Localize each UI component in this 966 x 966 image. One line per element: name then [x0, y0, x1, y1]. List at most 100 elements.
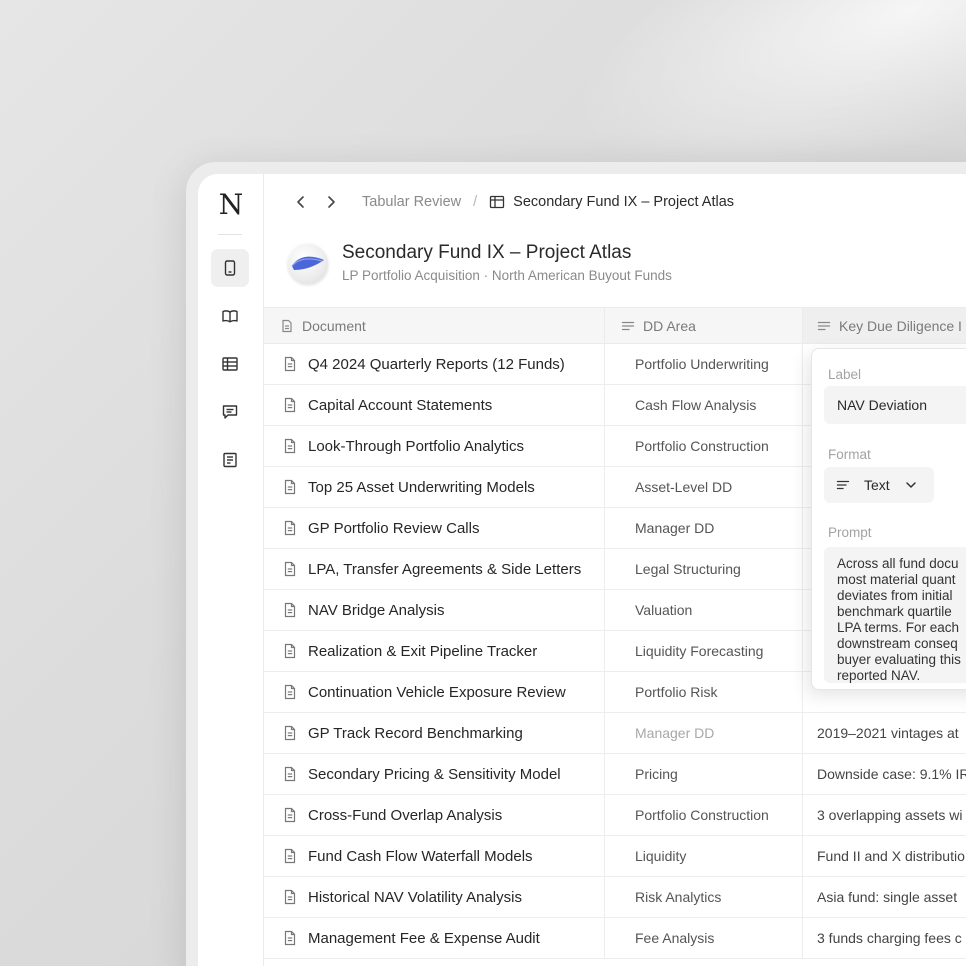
breadcrumb-parent-link[interactable]: Tabular Review: [362, 194, 461, 210]
rail-item-notes[interactable]: [211, 441, 249, 479]
prompt-textarea[interactable]: Across all fund docu most material quant d…: [824, 547, 966, 683]
table-row[interactable]: Historical NAV Volatility Analysis Risk A…: [264, 877, 966, 918]
document-cell[interactable]: Capital Account Statements: [264, 385, 605, 425]
rail-item-library[interactable]: [211, 297, 249, 335]
dd-area-cell[interactable]: Pricing: [605, 754, 803, 794]
column-header-label: Key Due Diligence I: [839, 317, 962, 334]
document-cell[interactable]: Top 25 Asset Underwriting Models: [264, 467, 605, 507]
file-icon: [284, 479, 296, 495]
document-icon: [224, 260, 236, 276]
label-input[interactable]: NAV Deviation: [824, 386, 966, 424]
prompt-heading: Prompt: [828, 525, 872, 540]
column-header-label: DD Area: [643, 317, 696, 334]
dd-area-cell[interactable]: Liquidity Forecasting: [605, 631, 803, 671]
document-cell[interactable]: Realization & Exit Pipeline Tracker: [264, 631, 605, 671]
document-name: Historical NAV Volatility Analysis: [308, 888, 522, 906]
finding-cell[interactable]: 2019–2021 vintages at: [803, 713, 966, 753]
prompt-line: benchmark quartile: [837, 604, 952, 619]
dd-area-cell[interactable]: Cash Flow Analysis: [605, 385, 803, 425]
document-cell[interactable]: Cross-Fund Overlap Analysis: [264, 795, 605, 835]
document-cell[interactable]: Look-Through Portfolio Analytics: [264, 426, 605, 466]
table-row[interactable]: GP Track Record Benchmarking Manager DD 20…: [264, 713, 966, 754]
rail-item-assistant[interactable]: [211, 393, 249, 431]
dd-area-value: Legal Structuring: [635, 561, 741, 577]
dd-area-value: Liquidity Forecasting: [635, 643, 764, 659]
document-cell[interactable]: Q4 2024 Quarterly Reports (12 Funds): [264, 344, 605, 384]
file-icon: [282, 319, 292, 332]
document-name: Q4 2024 Quarterly Reports (12 Funds): [308, 355, 565, 373]
dd-area-cell[interactable]: Fee Analysis: [605, 918, 803, 958]
prompt-line: buyer evaluating this: [837, 652, 961, 667]
file-icon: [284, 807, 296, 823]
dd-area-cell[interactable]: Asset-Level DD: [605, 467, 803, 507]
chevron-down-icon: [905, 482, 916, 488]
dd-area-value: Risk Analytics: [635, 889, 722, 905]
dd-area-cell[interactable]: Portfolio Underwriting: [605, 344, 803, 384]
table-row[interactable]: Cross-Fund Overlap Analysis Portfolio Con…: [264, 795, 966, 836]
table-row[interactable]: Secondary Pricing & Sensitivity Model Pri…: [264, 754, 966, 795]
table-header: Document DD Area Key Due Diligence I: [264, 307, 966, 344]
left-rail: N: [198, 174, 264, 966]
forward-arrow-icon[interactable]: [322, 193, 340, 211]
dd-area-cell[interactable]: Manager DD: [605, 508, 803, 548]
document-cell[interactable]: Historical NAV Volatility Analysis: [264, 877, 605, 917]
text-lines-icon: [817, 321, 831, 330]
text-format-icon: [836, 480, 850, 490]
finding-value: Downside case: 9.1% IR: [817, 766, 966, 782]
document-name: Continuation Vehicle Exposure Review: [308, 683, 566, 701]
page-title: Secondary Fund IX – Project Atlas: [342, 242, 632, 263]
table-row[interactable]: Fund Cash Flow Waterfall Models Liquidity…: [264, 836, 966, 877]
document-cell[interactable]: Management Fee & Expense Audit: [264, 918, 605, 958]
dd-area-value: Asset-Level DD: [635, 479, 733, 495]
column-header-document[interactable]: Document: [264, 308, 605, 343]
finding-value: Fund II and X distributio: [817, 848, 965, 864]
document-name: LPA, Transfer Agreements & Side Letters: [308, 560, 582, 578]
dd-area-cell[interactable]: Portfolio Construction: [605, 795, 803, 835]
document-cell[interactable]: Secondary Pricing & Sensitivity Model: [264, 754, 605, 794]
app-logo[interactable]: N: [198, 188, 264, 221]
dd-area-value: Valuation: [635, 602, 693, 618]
file-icon: [284, 766, 296, 782]
finding-cell[interactable]: 3 overlapping assets wi: [803, 795, 966, 835]
dd-area-cell[interactable]: Legal Structuring: [605, 549, 803, 589]
column-header-key-findings[interactable]: Key Due Diligence I: [803, 308, 966, 343]
breadcrumb-current: Secondary Fund IX – Project Atlas: [513, 194, 735, 210]
dd-area-value: Liquidity: [635, 848, 687, 864]
chat-icon: [222, 405, 238, 419]
file-icon: [284, 561, 296, 577]
document-cell[interactable]: Fund Cash Flow Waterfall Models: [264, 836, 605, 876]
dd-area-cell[interactable]: Portfolio Risk: [605, 672, 803, 712]
finding-cell[interactable]: Asia fund: single asset: [803, 877, 966, 917]
finding-cell[interactable]: Downside case: 9.1% IR: [803, 754, 966, 794]
back-arrow-icon[interactable]: [292, 193, 310, 211]
finding-cell[interactable]: Fund II and X distributio: [803, 836, 966, 876]
dd-area-value: Portfolio Construction: [635, 438, 769, 454]
finding-value: 2019–2021 vintages at: [817, 725, 959, 741]
file-icon: [284, 438, 296, 454]
dd-area-cell[interactable]: Manager DD: [605, 713, 803, 753]
document-cell[interactable]: GP Portfolio Review Calls: [264, 508, 605, 548]
rail-item-documents[interactable]: [211, 249, 249, 287]
dd-area-cell[interactable]: Liquidity: [605, 836, 803, 876]
file-icon: [284, 520, 296, 536]
column-header-dd-area[interactable]: DD Area: [605, 308, 803, 343]
dd-area-cell[interactable]: Portfolio Construction: [605, 426, 803, 466]
dd-area-cell[interactable]: Risk Analytics: [605, 877, 803, 917]
document-cell[interactable]: GP Track Record Benchmarking: [264, 713, 605, 753]
format-select[interactable]: Text: [824, 467, 934, 503]
prompt-line: deviates from initial: [837, 588, 953, 603]
finding-cell[interactable]: 3 funds charging fees c: [803, 918, 966, 958]
format-value: Text: [864, 477, 890, 493]
document-name: NAV Bridge Analysis: [308, 601, 445, 619]
app-window: N Tabular Review / Secondary Fund IX – P…: [198, 174, 966, 966]
document-cell[interactable]: NAV Bridge Analysis: [264, 590, 605, 630]
table-row[interactable]: Management Fee & Expense Audit Fee Analys…: [264, 918, 966, 959]
rail-item-tabular[interactable]: [211, 345, 249, 383]
table-icon: [490, 195, 505, 209]
document-cell[interactable]: Continuation Vehicle Exposure Review: [264, 672, 605, 712]
document-cell[interactable]: LPA, Transfer Agreements & Side Letters: [264, 549, 605, 589]
prompt-line: downstream conseq: [837, 636, 958, 651]
dd-area-cell[interactable]: Valuation: [605, 590, 803, 630]
dd-area-value: Cash Flow Analysis: [635, 397, 757, 413]
document-name: Top 25 Asset Underwriting Models: [308, 478, 535, 496]
